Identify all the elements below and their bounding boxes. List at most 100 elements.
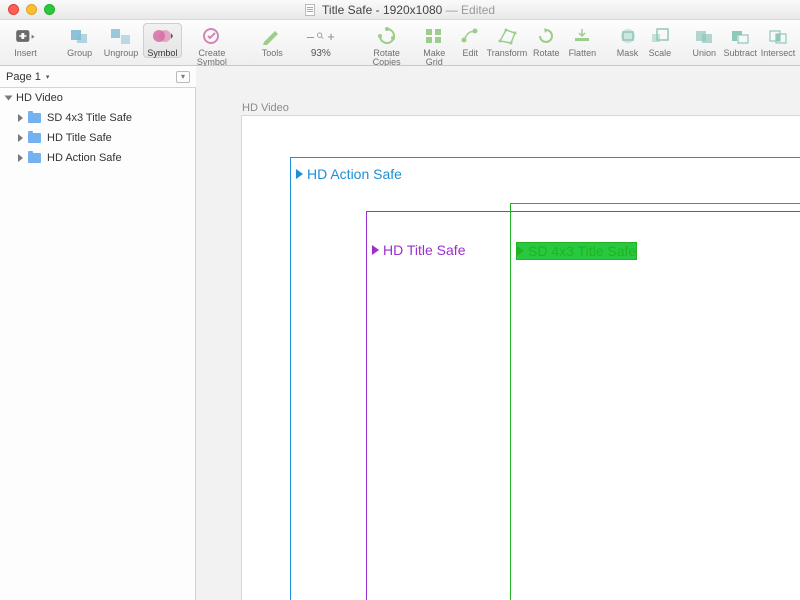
union-icon	[690, 24, 718, 48]
layer-row[interactable]: SD 4x3 Title Safe	[0, 108, 195, 128]
tools-button[interactable]: Tools	[253, 23, 292, 58]
main-toolbar: Insert Group Ungroup Symbol Create Symbo…	[0, 20, 800, 66]
disclosure-triangle-icon[interactable]	[18, 114, 23, 122]
toolbar-label: Rotate Copies	[361, 49, 413, 67]
disclosure-triangle-icon[interactable]	[18, 134, 23, 142]
union-button[interactable]: Union	[688, 23, 720, 58]
scale-button[interactable]: Scale	[645, 23, 675, 58]
document-icon	[305, 4, 315, 16]
disclosure-triangle-icon[interactable]	[18, 154, 23, 162]
magnifier-icon: – +	[307, 24, 335, 48]
triangle-icon	[517, 246, 524, 256]
toolbar-label: Flatten	[565, 49, 599, 58]
triangle-icon	[372, 245, 379, 255]
flatten-icon	[568, 24, 596, 48]
layer-row[interactable]: HD Title Safe	[0, 128, 195, 148]
layer-name: HD Action Safe	[47, 152, 122, 164]
document-title: Title Safe - 1920x1080	[322, 3, 442, 17]
canvas-viewport[interactable]: HD Video HD Action Safe HD Title Safe	[196, 66, 800, 600]
layer-name: SD 4x3 Title Safe	[47, 112, 132, 124]
main-area: Page 1 ▾ ▾ HD Video SD 4x3 Title Safe HD…	[0, 66, 800, 600]
chevron-down-icon: ▾	[46, 73, 50, 81]
ungroup-button[interactable]: Ungroup	[101, 23, 140, 58]
layers-sidebar: Page 1 ▾ ▾ HD Video SD 4x3 Title Safe HD…	[0, 66, 196, 600]
guide-label-sd-4x3-title-safe[interactable]: SD 4x3 Title Safe	[516, 242, 637, 260]
edit-icon	[456, 24, 484, 48]
intersect-button[interactable]: Intersect	[760, 23, 796, 58]
ungroup-icon	[107, 24, 135, 48]
layer-row[interactable]: HD Action Safe	[0, 148, 195, 168]
insert-button[interactable]: Insert	[4, 23, 47, 58]
rotate-icon	[532, 24, 560, 48]
close-window-button[interactable]	[8, 4, 19, 15]
make-grid-button[interactable]: Make Grid	[415, 23, 454, 67]
toolbar-label: Group	[60, 49, 99, 58]
folder-icon	[28, 113, 41, 123]
artboard[interactable]: HD Action Safe HD Title Safe SD 4x3 Titl…	[242, 116, 800, 600]
rotate-button[interactable]: Rotate	[529, 23, 563, 58]
create-symbol-icon	[198, 24, 226, 48]
toolbar-label: Rotate	[529, 49, 563, 58]
pages-selector[interactable]: Page 1 ▾ ▾	[0, 66, 196, 88]
transform-button[interactable]: Transform	[487, 23, 528, 58]
artboard-row[interactable]: HD Video	[0, 88, 195, 108]
mask-icon	[614, 24, 642, 48]
scale-icon	[646, 24, 674, 48]
rotate-copies-icon	[373, 24, 401, 48]
edit-button[interactable]: Edit	[456, 23, 485, 58]
rotate-copies-button[interactable]: Rotate Copies	[361, 23, 413, 67]
window-title: Title Safe - 1920x1080 — Edited	[0, 2, 800, 17]
grid-icon	[420, 24, 448, 48]
zoom-control[interactable]: – + 93%	[294, 23, 348, 59]
toolbar-label: Intersect	[760, 49, 796, 58]
symbol-button[interactable]: Symbol	[143, 23, 182, 58]
window-titlebar: Title Safe - 1920x1080 — Edited	[0, 0, 800, 20]
plus-icon	[11, 24, 39, 48]
group-button[interactable]: Group	[60, 23, 99, 58]
canvas[interactable]: HD Video HD Action Safe HD Title Safe	[196, 88, 800, 600]
group-icon	[66, 24, 94, 48]
triangle-icon	[296, 169, 303, 179]
intersect-icon	[764, 24, 792, 48]
toolbar-label: Ungroup	[101, 49, 140, 58]
document-edited-indicator: — Edited	[446, 3, 495, 17]
guide-label-hd-action-safe[interactable]: HD Action Safe	[296, 166, 402, 182]
guide-text: HD Action Safe	[307, 166, 402, 182]
artboard-name: HD Video	[16, 92, 63, 104]
transform-icon	[493, 24, 521, 48]
toolbar-label: Make Grid	[415, 49, 454, 67]
mask-button[interactable]: Mask	[612, 23, 642, 58]
pencil-icon	[258, 24, 286, 48]
toolbar-label: Transform	[487, 49, 528, 58]
folder-icon	[28, 133, 41, 143]
guide-label-hd-title-safe[interactable]: HD Title Safe	[372, 242, 465, 258]
pages-panel-toggle[interactable]: ▾	[176, 71, 190, 83]
folder-icon	[28, 153, 41, 163]
toolbar-label: Subtract	[722, 49, 758, 58]
subtract-button[interactable]: Subtract	[722, 23, 758, 58]
minimize-window-button[interactable]	[26, 4, 37, 15]
zoom-window-button[interactable]	[44, 4, 55, 15]
layer-name: HD Title Safe	[47, 132, 112, 144]
window-traffic-lights	[8, 4, 55, 15]
guide-text: HD Title Safe	[383, 242, 465, 258]
subtract-icon	[726, 24, 754, 48]
guide-text: SD 4x3 Title Safe	[528, 243, 636, 259]
create-symbol-button[interactable]: Create Symbol	[184, 23, 240, 67]
layers-tree: HD Video SD 4x3 Title Safe HD Title Safe…	[0, 88, 195, 168]
toolbar-label: Tools	[253, 49, 292, 58]
toolbar-label: Scale	[645, 49, 675, 58]
toolbar-label: Insert	[4, 49, 47, 58]
artboard-title[interactable]: HD Video	[242, 102, 289, 114]
toolbar-label: Create Symbol	[184, 49, 240, 67]
pages-label: Page 1	[6, 71, 41, 83]
symbol-icon	[148, 24, 176, 48]
disclosure-triangle-icon[interactable]	[5, 96, 13, 101]
toolbar-label: Union	[688, 49, 720, 58]
flatten-button[interactable]: Flatten	[565, 23, 599, 58]
toolbar-label: Edit	[456, 49, 485, 58]
toolbar-label: Symbol	[143, 49, 182, 58]
guide-sd-4x3-title-safe[interactable]	[510, 203, 800, 600]
toolbar-label: Mask	[612, 49, 642, 58]
zoom-value: 93%	[294, 49, 348, 59]
